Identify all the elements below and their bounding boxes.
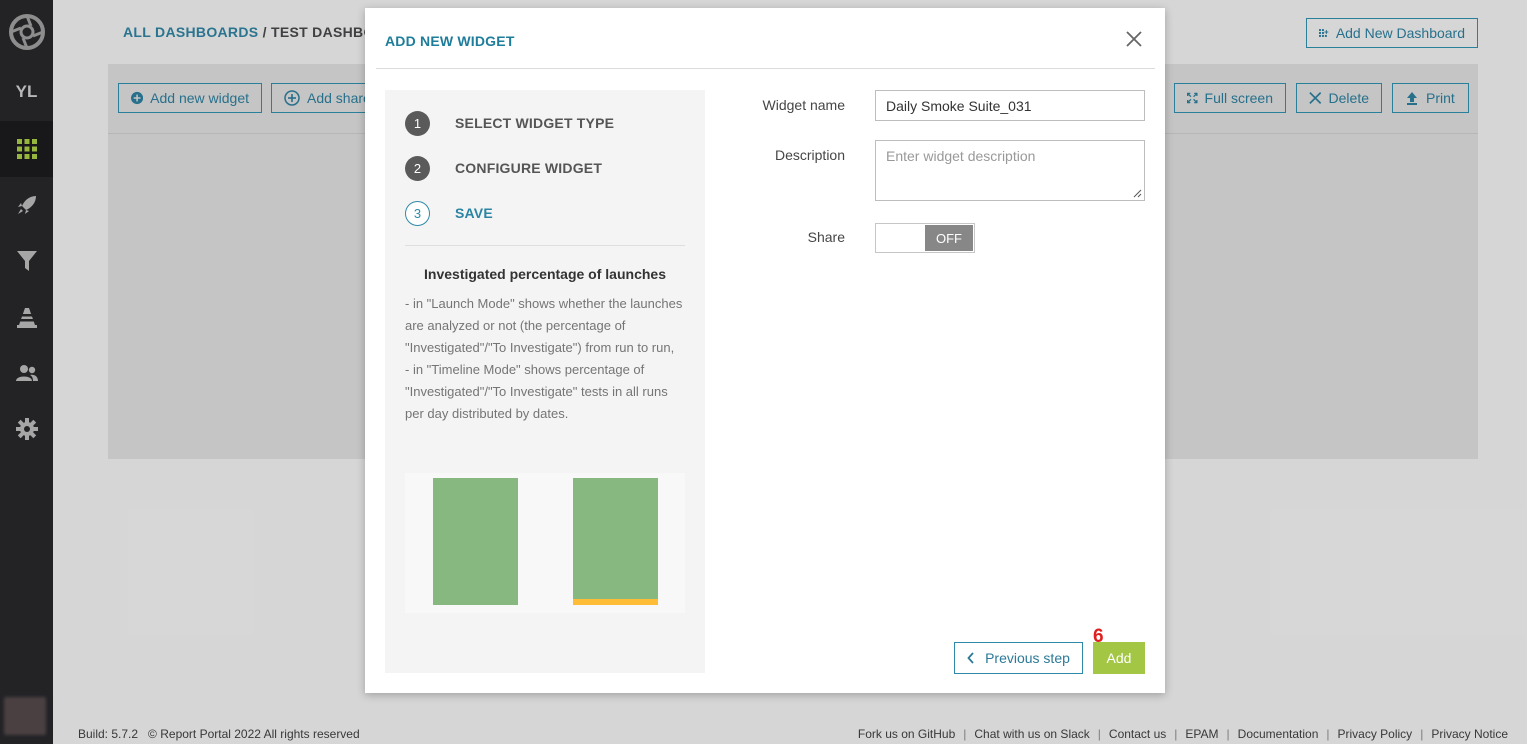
modal-title: ADD NEW WIDGET xyxy=(385,33,515,49)
step-number: 1 xyxy=(405,110,430,136)
widget-preview-image xyxy=(405,473,685,613)
wizard-step-3: 3 SAVE xyxy=(405,200,493,226)
chevron-left-icon xyxy=(967,652,974,664)
share-toggle[interactable]: OFF xyxy=(875,223,975,253)
wizard-step-1[interactable]: 1 SELECT WIDGET TYPE xyxy=(405,110,614,136)
widget-name-label: Widget name xyxy=(762,97,845,113)
wizard-divider xyxy=(405,245,685,246)
resize-grip-icon[interactable] xyxy=(1133,189,1142,198)
preview-bar-2-to-investigate xyxy=(573,599,658,605)
step-label: SAVE xyxy=(455,205,493,221)
widget-name-input[interactable] xyxy=(875,90,1145,121)
previous-step-label: Previous step xyxy=(985,650,1070,666)
widget-type-title: Investigated percentage of launches xyxy=(424,266,666,282)
preview-bar-1 xyxy=(433,478,518,605)
close-icon[interactable] xyxy=(1123,28,1145,50)
step-label: CONFIGURE WIDGET xyxy=(455,160,603,176)
preview-bar-2 xyxy=(573,478,658,599)
modal-header-divider xyxy=(376,68,1155,69)
description-textarea[interactable] xyxy=(875,140,1145,201)
previous-step-button[interactable]: Previous step xyxy=(954,642,1083,674)
add-widget-modal: ADD NEW WIDGET 1 SELECT WIDGET TYPE 2 CO… xyxy=(365,8,1165,693)
widget-type-description: - in "Launch Mode" shows whether the lau… xyxy=(405,293,690,425)
wizard-steps-panel: 1 SELECT WIDGET TYPE 2 CONFIGURE WIDGET … xyxy=(385,90,705,673)
step-label: SELECT WIDGET TYPE xyxy=(455,115,615,131)
share-label: Share xyxy=(807,229,845,245)
share-toggle-state: OFF xyxy=(925,225,973,251)
description-line: - in "Launch Mode" shows whether the lau… xyxy=(405,296,683,355)
step-number: 2 xyxy=(405,155,430,181)
step-annotation-number: 6 xyxy=(1093,626,1104,647)
step-number: 3 xyxy=(405,200,430,226)
description-line: - in "Timeline Mode" shows percentage of… xyxy=(405,362,668,421)
description-label: Description xyxy=(774,147,845,163)
wizard-step-2[interactable]: 2 CONFIGURE WIDGET xyxy=(405,155,602,181)
